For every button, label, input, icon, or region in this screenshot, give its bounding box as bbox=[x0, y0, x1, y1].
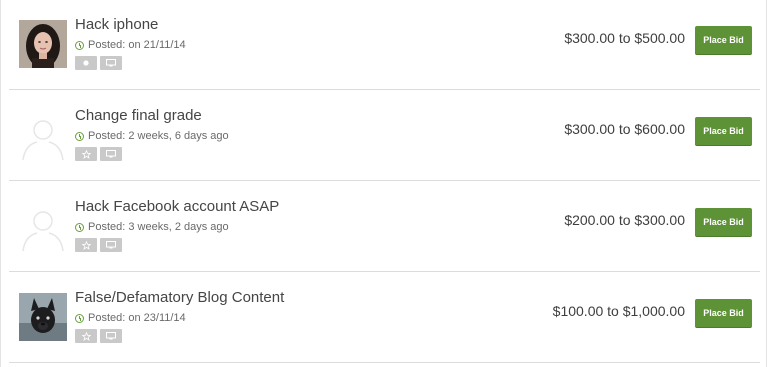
user-photo-icon bbox=[19, 20, 67, 68]
posted-text: Posted: 2 weeks, 6 days ago bbox=[88, 130, 229, 142]
clock-icon bbox=[75, 222, 84, 232]
posted-text: Posted: 3 weeks, 2 days ago bbox=[88, 221, 229, 233]
monitor-icon bbox=[106, 150, 116, 158]
job-listings-panel: Hack iphone Posted: on 21/11/14 $300.00 … bbox=[0, 0, 767, 367]
posted-text: Posted: on 21/11/14 bbox=[88, 39, 186, 51]
favorite-button[interactable] bbox=[75, 56, 97, 70]
clock-icon bbox=[75, 313, 84, 323]
job-listing: Hack Facebook account ASAP Posted: 3 wee… bbox=[9, 182, 760, 272]
posted-info: Posted: 3 weeks, 2 days ago bbox=[75, 221, 229, 233]
avatar[interactable] bbox=[19, 113, 67, 161]
preview-button[interactable] bbox=[100, 238, 122, 252]
place-bid-button[interactable]: Place Bid bbox=[695, 208, 752, 237]
avatar[interactable] bbox=[19, 293, 67, 341]
listing-tools bbox=[75, 56, 122, 70]
listing-title[interactable]: Hack iphone bbox=[75, 16, 158, 33]
listing-title[interactable]: False/Defamatory Blog Content bbox=[75, 289, 284, 306]
preview-button[interactable] bbox=[100, 329, 122, 343]
star-icon bbox=[81, 149, 91, 159]
star-icon bbox=[81, 331, 91, 341]
clock-icon bbox=[75, 131, 84, 141]
monitor-icon bbox=[106, 332, 116, 340]
listing-title[interactable]: Hack Facebook account ASAP bbox=[75, 198, 279, 215]
posted-text: Posted: on 23/11/14 bbox=[88, 312, 186, 324]
job-listing: Change final grade Posted: 2 weeks, 6 da… bbox=[9, 91, 760, 181]
place-bid-button[interactable]: Place Bid bbox=[695, 26, 752, 55]
favorite-button[interactable] bbox=[75, 147, 97, 161]
star-icon bbox=[81, 240, 91, 250]
user-silhouette-icon bbox=[22, 211, 64, 252]
dot-icon bbox=[83, 60, 89, 66]
posted-info: Posted: on 21/11/14 bbox=[75, 39, 186, 51]
posted-info: Posted: on 23/11/14 bbox=[75, 312, 186, 324]
place-bid-button[interactable]: Place Bid bbox=[695, 299, 752, 328]
preview-button[interactable] bbox=[100, 56, 122, 70]
listing-tools bbox=[75, 238, 122, 252]
job-listing: Hack iphone Posted: on 21/11/14 $300.00 … bbox=[9, 0, 760, 90]
favorite-button[interactable] bbox=[75, 329, 97, 343]
listing-tools bbox=[75, 329, 122, 343]
monitor-icon bbox=[106, 241, 116, 249]
listing-tools bbox=[75, 147, 122, 161]
avatar[interactable] bbox=[19, 20, 67, 68]
budget-range: $300.00 to $500.00 bbox=[564, 30, 685, 46]
listing-title[interactable]: Change final grade bbox=[75, 107, 202, 124]
posted-info: Posted: 2 weeks, 6 days ago bbox=[75, 130, 229, 142]
preview-button[interactable] bbox=[100, 147, 122, 161]
job-listing: False/Defamatory Blog Content Posted: on… bbox=[9, 273, 760, 363]
user-silhouette-icon bbox=[22, 120, 64, 161]
budget-range: $200.00 to $300.00 bbox=[564, 212, 685, 228]
budget-range: $100.00 to $1,000.00 bbox=[552, 303, 685, 319]
favorite-button[interactable] bbox=[75, 238, 97, 252]
place-bid-button[interactable]: Place Bid bbox=[695, 117, 752, 146]
monitor-icon bbox=[106, 59, 116, 67]
dog-photo-icon bbox=[19, 293, 67, 341]
avatar[interactable] bbox=[19, 204, 67, 252]
budget-range: $300.00 to $600.00 bbox=[564, 121, 685, 137]
clock-icon bbox=[75, 40, 84, 50]
